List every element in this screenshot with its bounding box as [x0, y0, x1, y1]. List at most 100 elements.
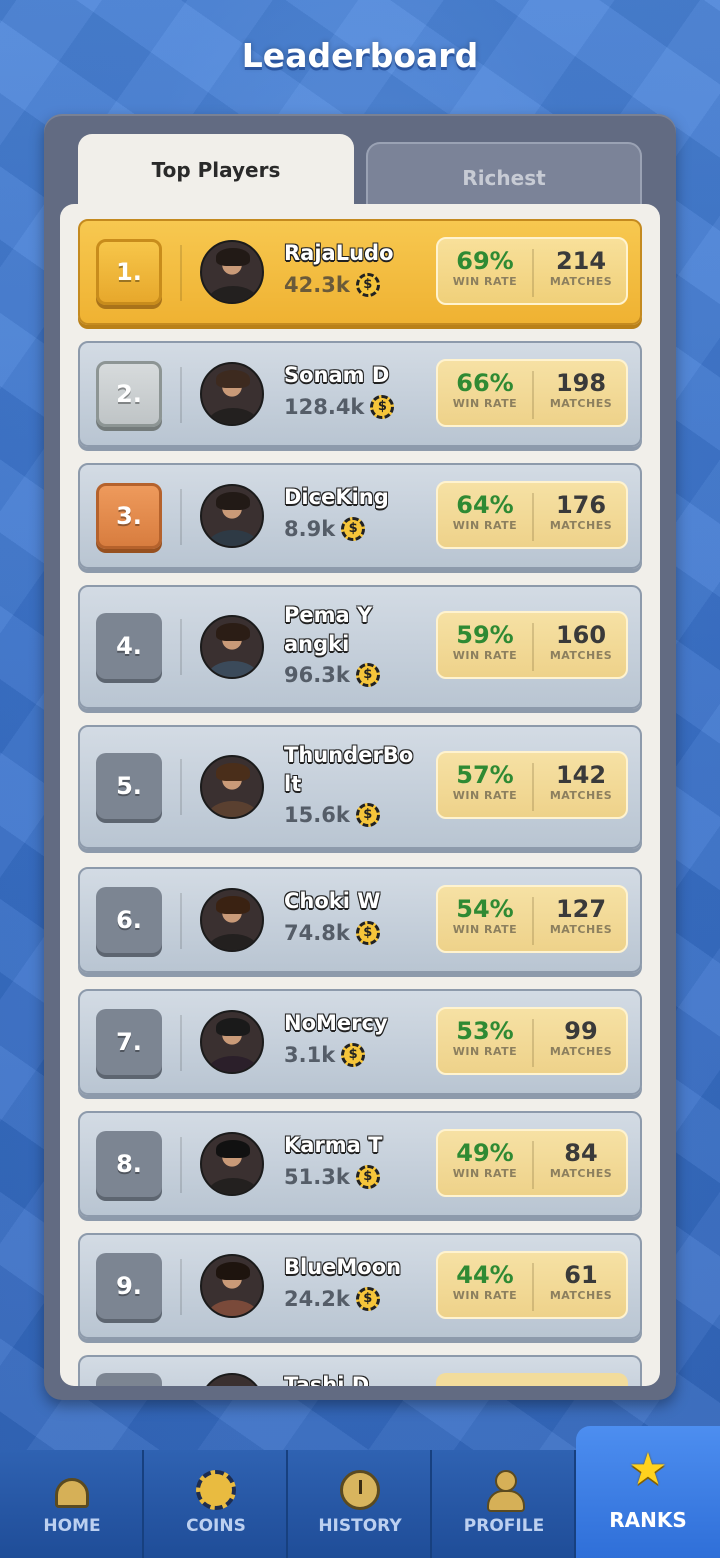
win-rate-value: 64% [456, 491, 514, 519]
avatar [200, 1010, 264, 1074]
matches-label: MATCHES [549, 1045, 613, 1058]
coin-balance: 74.8k [284, 921, 380, 945]
coin-icon [341, 517, 366, 541]
stats-box: 44% WIN RATE 61 MATCHES [436, 1251, 628, 1319]
coin-icon [355, 1165, 380, 1189]
matches-label: MATCHES [549, 519, 613, 532]
rank-badge: 2. [96, 361, 162, 427]
nav-ranks[interactable]: ★ RANKS [576, 1426, 720, 1558]
coin-icon [341, 1043, 366, 1067]
win-rate-label: WIN RATE [452, 1045, 518, 1058]
coin-amount: 15.6k [284, 803, 350, 827]
tab-richest[interactable]: Richest [366, 142, 642, 208]
player-row[interactable]: 4. Pema Yangki 96.3k 59%WIN RATE 160MATC… [78, 585, 642, 709]
stats-box: 57% WIN RATE 142 MATCHES [436, 751, 628, 819]
nav-history[interactable]: HISTORY [288, 1450, 432, 1558]
stats-box: 66% WIN RATE 198 MATCHES [436, 359, 628, 427]
win-rate-value: 49% [456, 1139, 514, 1167]
avatar [200, 615, 264, 679]
avatar [200, 1254, 264, 1318]
win-rate-label: WIN RATE [452, 519, 518, 532]
home-icon [55, 1478, 89, 1508]
nav-label: COINS [186, 1516, 246, 1536]
player-row[interactable]: 2. Sonam D 128.4k 66%WIN RATE 198MATCHES [78, 341, 642, 447]
player-name: BlueMoon [284, 1255, 402, 1279]
rank-badge: 6. [96, 887, 162, 953]
divider [180, 245, 182, 301]
matches-value: 142 [555, 761, 607, 789]
win-rate-label: WIN RATE [452, 1167, 518, 1180]
divider [180, 759, 182, 815]
divider [180, 1259, 182, 1315]
page-title: Leaderboard [241, 36, 479, 75]
matches-value: 214 [555, 247, 607, 275]
nav-label: PROFILE [463, 1516, 545, 1536]
matches-label: MATCHES [549, 275, 613, 288]
avatar [200, 755, 264, 819]
win-rate-value: 53% [456, 1017, 514, 1045]
coin-balance: 42.3k [284, 273, 380, 297]
matches-value: 99 [564, 1017, 598, 1045]
coin-amount: 24.2k [284, 1287, 350, 1311]
matches-label: MATCHES [549, 789, 613, 802]
player-row[interactable]: 8. Karma T 51.3k 49%WIN RATE 84MATCHES [78, 1111, 642, 1217]
nav-coins[interactable]: COINS [144, 1450, 288, 1558]
rank-badge: 8. [96, 1131, 162, 1197]
nav-label: RANKS [609, 1508, 687, 1532]
player-row[interactable]: 9. BlueMoon 24.2k 44%WIN RATE 61MATCHES [78, 1233, 642, 1339]
coin-balance: 3.1k [284, 1043, 366, 1067]
nav-home[interactable]: HOME [0, 1450, 144, 1558]
win-rate-label: WIN RATE [452, 789, 518, 802]
avatar [200, 1373, 264, 1386]
player-name: RajaLudo [284, 241, 394, 265]
stats-box: 54% WIN RATE 127 MATCHES [436, 885, 628, 953]
rank-badge: 9. [96, 1253, 162, 1319]
nav-label: HOME [43, 1516, 101, 1536]
avatar [200, 362, 264, 426]
player-row[interactable]: 6. Choki W 74.8k 54%WIN RATE 127MATCHES [78, 867, 642, 973]
divider [180, 619, 182, 675]
nav-profile[interactable]: PROFILE [432, 1450, 576, 1558]
rank-badge [96, 1373, 162, 1386]
win-rate-label: WIN RATE [452, 1289, 518, 1302]
win-rate-value: 57% [456, 761, 514, 789]
player-name: NoMercy [284, 1011, 388, 1035]
divider [180, 893, 182, 949]
player-name: Sonam D [284, 363, 390, 387]
rank-badge: 5. [96, 753, 162, 819]
win-rate-label: WIN RATE [452, 649, 518, 662]
matches-value: 176 [555, 491, 607, 519]
player-row-partial[interactable]: Tashi D [78, 1355, 642, 1386]
player-row[interactable]: 3. DiceKing 8.9k 64%WIN RATE 176MATCHES [78, 463, 642, 569]
player-name: Pema Yangki [284, 603, 373, 656]
coin-balance: 15.6k [284, 803, 380, 827]
stats-box: 53% WIN RATE 99 MATCHES [436, 1007, 628, 1075]
player-row[interactable]: 7. NoMercy 3.1k 53%WIN RATE 99MATCHES [78, 989, 642, 1095]
player-name: ThunderBolt [284, 743, 414, 796]
divider [180, 489, 182, 545]
coin-balance: 128.4k [284, 395, 395, 419]
matches-label: MATCHES [549, 1167, 613, 1180]
player-row[interactable]: 5. ThunderBolt 15.6k 57%WIN RATE 142MATC… [78, 725, 642, 849]
rank-badge: 3. [96, 483, 162, 549]
coin-icon [355, 921, 380, 945]
coin-amount: 42.3k [284, 273, 350, 297]
matches-label: MATCHES [549, 923, 613, 936]
win-rate-value: 59% [456, 621, 514, 649]
star-icon: ★ [628, 1444, 668, 1495]
player-name: DiceKing [284, 485, 389, 509]
coin-amount: 96.3k [284, 663, 350, 687]
player-row[interactable]: 1. RajaLudo 42.3k 69%WIN RATE 214MATCHES [78, 219, 642, 325]
win-rate-label: WIN RATE [452, 923, 518, 936]
stats-box: 69% WIN RATE 214 MATCHES [436, 237, 628, 305]
coin-amount: 51.3k [284, 1165, 350, 1189]
matches-value: 61 [564, 1261, 598, 1289]
player-name: Tashi D [284, 1373, 370, 1386]
matches-value: 84 [564, 1139, 598, 1167]
coin-balance: 8.9k [284, 517, 366, 541]
coin-icon [355, 273, 380, 297]
player-list[interactable]: 1. RajaLudo 42.3k 69%WIN RATE 214MATCHES… [60, 204, 660, 1386]
win-rate-value: 44% [456, 1261, 514, 1289]
matches-value: 160 [555, 621, 607, 649]
matches-value: 127 [555, 895, 607, 923]
